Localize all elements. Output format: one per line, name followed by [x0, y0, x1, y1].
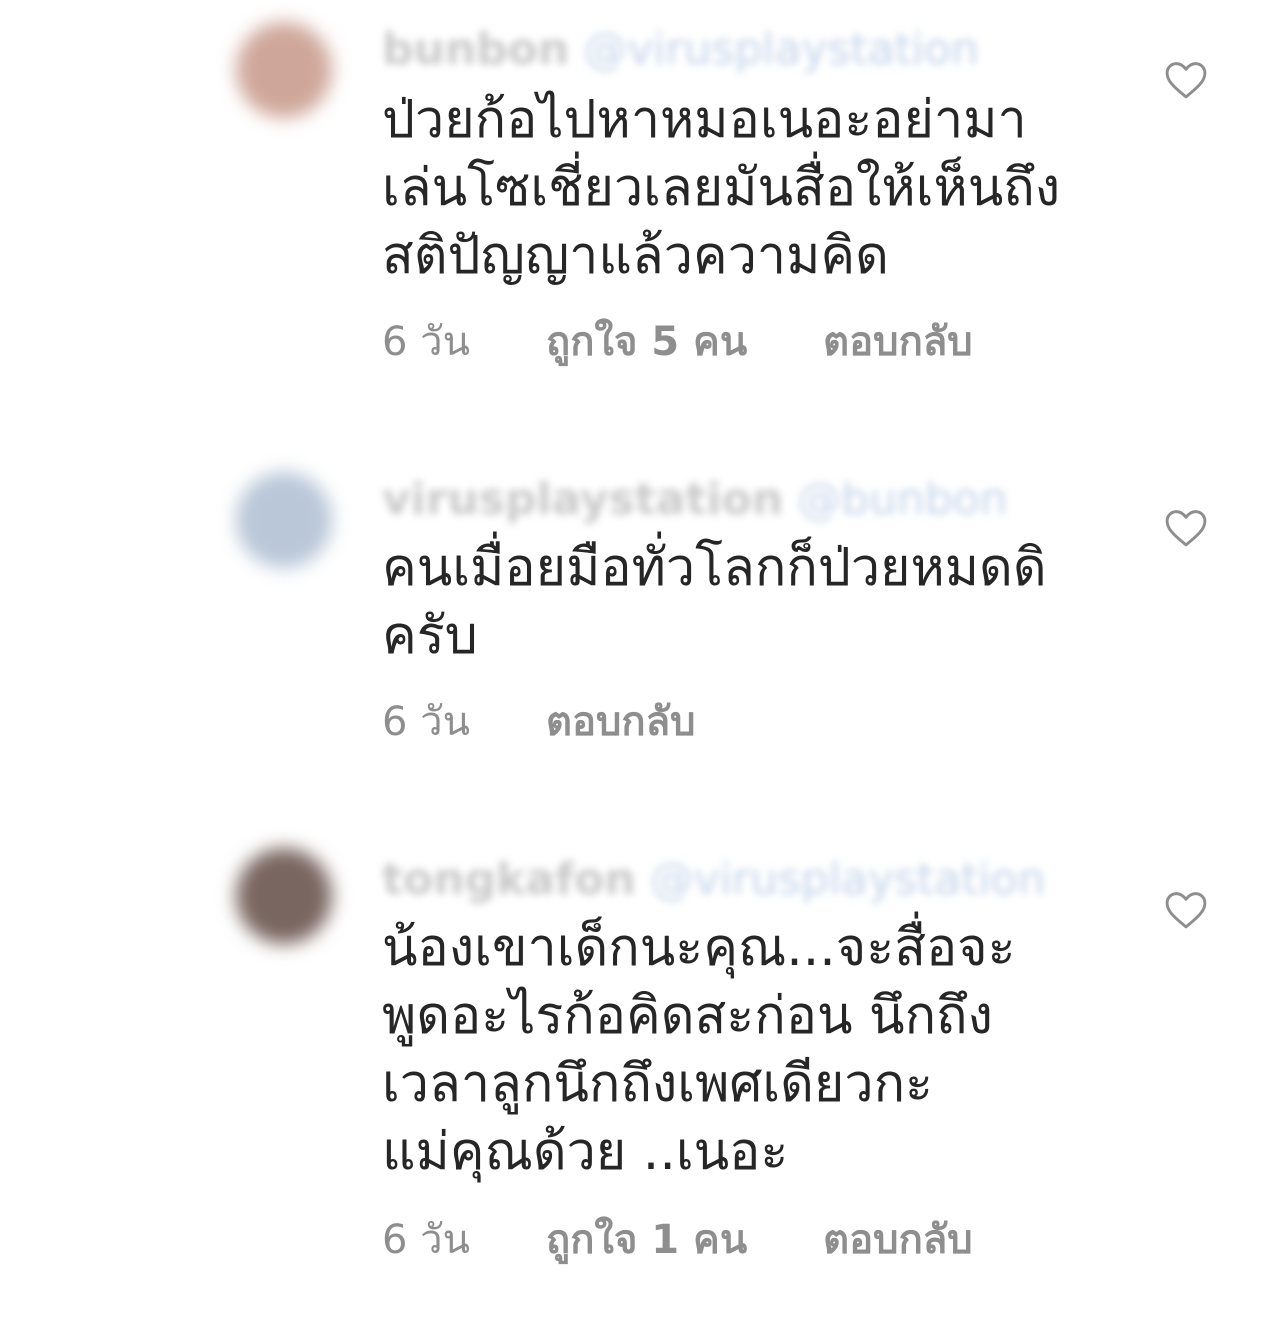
comment-username[interactable]: tongkafon @virusplaystation	[382, 852, 1045, 908]
comment-meta: 6 วัน ถูกใจ 1 คน ตอบกลับ	[382, 1214, 1049, 1266]
comment-text: น้องเขาเด็กนะคุณ...จะสื่อจะ พูดอะไรก้อคิ…	[382, 914, 1142, 1186]
comment-text-line: เล่นโซเชี่ยวเลยมันสื่อให้เห็นถึง	[382, 158, 1061, 218]
username-text[interactable]: tongkafon	[382, 854, 636, 905]
comment-meta: 6 วัน ถูกใจ 5 คน ตอบกลับ	[382, 316, 1049, 368]
comment-username[interactable]: virusplaystation @bunbon	[382, 472, 1008, 528]
comment-meta: 6 วัน ตอบกลับ	[382, 696, 771, 748]
comment-time: 6 วัน	[382, 319, 470, 365]
likes-count-link[interactable]: ถูกใจ 5 คน	[546, 316, 747, 368]
comment-text-line: ครับ	[382, 606, 478, 666]
mention-link[interactable]: @virusplaystation	[650, 854, 1046, 905]
username-text[interactable]: bunbon	[382, 24, 569, 75]
likes-count-link[interactable]: ถูกใจ 1 คน	[546, 1214, 747, 1266]
comment-text-line: น้องเขาเด็กนะคุณ...จะสื่อจะ	[382, 918, 1016, 978]
comment-text-line: สติปัญญาแล้วความคิด	[382, 226, 889, 286]
avatar[interactable]	[236, 848, 332, 944]
comment-text-line: คนเมื่อยมือทั่วโลกก็ป่วยหมดดิ	[382, 538, 1047, 598]
comment-time: 6 วัน	[382, 699, 470, 745]
reply-button[interactable]: ตอบกลับ	[823, 316, 973, 368]
username-text[interactable]: virusplaystation	[382, 474, 783, 525]
comment-text: ป่วยก้อไปหาหมอเนอะอย่ามา เล่นโซเชี่ยวเลย…	[382, 86, 1142, 290]
reply-button[interactable]: ตอบกลับ	[823, 1214, 973, 1266]
comment-text: คนเมื่อยมือทั่วโลกก็ป่วยหมดดิ ครับ	[382, 534, 1142, 670]
comment-time: 6 วัน	[382, 1217, 470, 1263]
mention-link[interactable]: @virusplaystation	[583, 24, 979, 75]
comment-text-line: เวลาลูกนึกถึงเพศเดียวกะ	[382, 1054, 933, 1114]
comment-text-line: ป่วยก้อไปหาหมอเนอะอย่ามา	[382, 90, 1027, 150]
reply-button[interactable]: ตอบกลับ	[546, 696, 696, 748]
heart-outline-icon[interactable]	[1164, 508, 1208, 548]
heart-outline-icon[interactable]	[1164, 60, 1208, 100]
comment-username[interactable]: bunbon @virusplaystation	[382, 22, 979, 78]
heart-outline-icon[interactable]	[1164, 890, 1208, 930]
mention-link[interactable]: @bunbon	[797, 474, 1007, 525]
comment-text-line: พูดอะไรก้อคิดสะก่อน นึกถึง	[382, 986, 993, 1046]
avatar[interactable]	[236, 22, 332, 118]
avatar[interactable]	[236, 472, 332, 568]
comment-text-line: แม่คุณด้วย ..เนอะ	[382, 1122, 789, 1182]
